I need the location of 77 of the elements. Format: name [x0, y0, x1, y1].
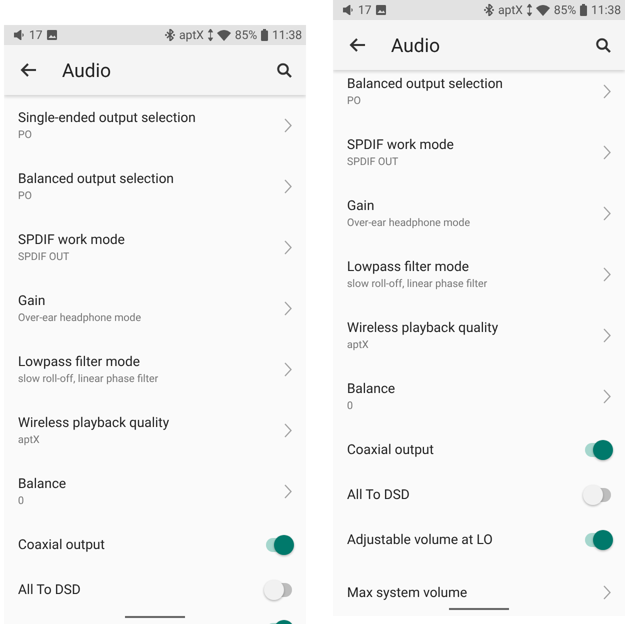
- wifi-icon: [536, 4, 550, 16]
- setting-title[interactable]: Lowpass filter mode: [18, 354, 284, 370]
- bluetooth-icon: [484, 4, 494, 16]
- setting-title: Coaxial output: [18, 536, 106, 552]
- chevron-icon: [284, 423, 292, 438]
- chevron-icon: [284, 301, 292, 316]
- chevron-icon: [603, 267, 611, 282]
- setting-value: Over-ear headphone mode: [347, 216, 472, 229]
- setting-title[interactable]: Max system volume: [347, 584, 603, 600]
- chevron-icon: [603, 145, 611, 160]
- toggle-switch[interactable]: [583, 440, 613, 460]
- toggle-switch[interactable]: [264, 534, 294, 554]
- speaker-icon: [343, 5, 354, 15]
- toggle-switch[interactable]: [583, 484, 613, 504]
- codec-label: aptX: [498, 3, 523, 17]
- data-arrows-icon: [208, 29, 213, 41]
- bluetooth-icon: [165, 29, 176, 41]
- chevron-icon: [603, 328, 611, 343]
- setting-value: aptX: [347, 338, 370, 351]
- battery-icon: [261, 29, 268, 41]
- setting-title[interactable]: Wireless playback quality: [18, 415, 284, 431]
- setting-value: PO: [18, 128, 33, 141]
- codec-label: aptX: [179, 28, 204, 42]
- clock: 11:38: [591, 3, 621, 17]
- clock: 11:38: [272, 28, 302, 42]
- setting-value: PO: [18, 189, 33, 202]
- setting-title: Coaxial output: [347, 442, 435, 458]
- setting-value: SPDIF OUT: [347, 155, 400, 168]
- chevron-icon: [284, 118, 292, 133]
- setting-value: slow roll-off, linear phase filter: [18, 372, 160, 385]
- data-arrows-icon: [526, 4, 532, 16]
- setting-value: 0: [18, 494, 25, 507]
- battery-percent: 85%: [234, 28, 258, 42]
- setting-value: PO: [347, 94, 362, 107]
- setting-title[interactable]: Balance: [347, 381, 603, 397]
- battery-percent: 85%: [554, 3, 576, 17]
- search-icon[interactable]: [277, 62, 292, 78]
- chevron-icon: [603, 389, 611, 404]
- volume-level: 17: [29, 28, 42, 42]
- chevron-icon: [284, 179, 292, 194]
- chevron-icon: [603, 206, 611, 221]
- setting-title: All To DSD: [18, 582, 82, 598]
- screen-title: Audio: [391, 34, 441, 56]
- setting-value: Over-ear headphone mode: [18, 311, 142, 324]
- chevron-icon: [603, 585, 611, 600]
- chevron-icon: [603, 84, 611, 99]
- setting-value: 0: [347, 399, 354, 412]
- setting-title[interactable]: Balance: [18, 476, 284, 492]
- search-icon[interactable]: [596, 38, 611, 52]
- speaker-icon: [14, 30, 25, 40]
- setting-title[interactable]: Gain: [347, 198, 603, 214]
- setting-title[interactable]: Lowpass filter mode: [347, 259, 603, 275]
- toggle-switch[interactable]: [583, 530, 613, 550]
- image-icon: [376, 5, 386, 15]
- wifi-icon: [216, 30, 231, 40]
- screen-title: Audio: [62, 58, 112, 82]
- setting-title[interactable]: Balanced output selection: [18, 171, 284, 187]
- setting-value: aptX: [18, 433, 41, 446]
- back-arrow-icon[interactable]: [349, 38, 365, 52]
- battery-icon: [580, 4, 588, 16]
- chevron-icon: [284, 484, 292, 499]
- setting-title[interactable]: SPDIF work mode: [18, 232, 284, 248]
- setting-title[interactable]: Wireless playback quality: [347, 320, 603, 336]
- chevron-icon: [284, 240, 292, 255]
- setting-title: All To DSD: [347, 486, 411, 502]
- setting-title[interactable]: Balanced output selection: [347, 76, 603, 92]
- setting-title: Adjustable volume at LO: [347, 532, 494, 548]
- back-arrow-icon[interactable]: [20, 63, 36, 77]
- toggle-switch[interactable]: [264, 580, 294, 600]
- setting-title[interactable]: Single-ended output selection: [18, 110, 284, 126]
- volume-level: 17: [358, 3, 372, 17]
- setting-title[interactable]: Gain: [18, 293, 284, 309]
- setting-value: slow roll-off, linear phase filter: [347, 277, 488, 290]
- setting-value: SPDIF OUT: [18, 250, 70, 263]
- image-icon: [46, 30, 56, 40]
- setting-title[interactable]: SPDIF work mode: [347, 137, 603, 153]
- chevron-icon: [284, 362, 292, 377]
